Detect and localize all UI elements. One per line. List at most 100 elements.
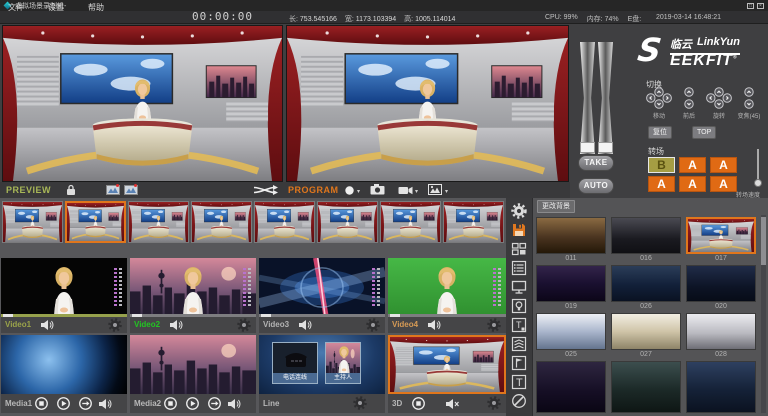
- speaker-mute-icon[interactable]: [446, 399, 459, 409]
- video4-thumbnail[interactable]: [388, 258, 506, 317]
- line-host-source[interactable]: 主持人: [325, 342, 361, 384]
- layers-icon[interactable]: [511, 336, 527, 352]
- gallery-item-selected[interactable]: 017: [686, 217, 756, 264]
- close-button[interactable]: ×: [757, 3, 764, 9]
- gear-icon[interactable]: [487, 396, 501, 410]
- filmstrip-thumb[interactable]: [191, 201, 252, 243]
- picture-caret-icon[interactable]: ▾: [445, 188, 448, 195]
- transition-button-a3[interactable]: A: [648, 176, 675, 192]
- camcorder-icon[interactable]: [398, 186, 413, 195]
- zoom-pad[interactable]: [744, 87, 754, 109]
- play-button[interactable]: [186, 397, 199, 410]
- speaker-icon[interactable]: [428, 320, 441, 330]
- auto-button[interactable]: AUTO: [578, 178, 614, 194]
- rotate-pad[interactable]: [706, 87, 732, 109]
- gallery-tab[interactable]: 更改背景: [537, 200, 575, 213]
- video3-thumbnail[interactable]: [259, 258, 385, 317]
- gallery-item[interactable]: 011: [536, 217, 606, 264]
- line-phone-source[interactable]: 电话连线: [272, 342, 318, 384]
- speaker-icon[interactable]: [99, 399, 112, 409]
- video1-thumbnail[interactable]: [1, 258, 127, 317]
- transition-button-a2[interactable]: A: [710, 157, 737, 173]
- gear-icon[interactable]: [237, 318, 251, 332]
- vu-meter: [248, 266, 251, 306]
- effect-image-icon-2[interactable]: [124, 184, 138, 195]
- disk-label: E盘:: [628, 14, 642, 24]
- record-caret-icon[interactable]: ▾: [357, 188, 360, 195]
- video2-thumbnail[interactable]: [130, 258, 256, 317]
- gallery-item[interactable]: 020: [686, 265, 756, 312]
- gear-icon[interactable]: [366, 318, 380, 332]
- gallery-item[interactable]: [686, 361, 756, 413]
- gallery-item[interactable]: 016: [611, 217, 681, 264]
- multiview-icon[interactable]: [511, 241, 527, 257]
- gallery-item[interactable]: 019: [536, 265, 606, 312]
- gallery-item[interactable]: 027: [611, 313, 681, 360]
- transition-button-a1[interactable]: A: [679, 157, 706, 173]
- light-icon[interactable]: [511, 298, 527, 314]
- stop-button[interactable]: [412, 397, 425, 410]
- filmstrip-thumb[interactable]: [2, 201, 63, 243]
- filmstrip-thumb[interactable]: [254, 201, 315, 243]
- media1-thumbnail[interactable]: [1, 335, 127, 394]
- gear-icon[interactable]: [353, 396, 367, 410]
- transition-button-a4[interactable]: A: [679, 176, 706, 192]
- dolly-pad[interactable]: [684, 87, 694, 109]
- reset-button[interactable]: 复位: [648, 126, 672, 139]
- height-value: 1005.114014: [415, 16, 455, 23]
- effect-image-icon-1[interactable]: [106, 184, 120, 195]
- text-icon[interactable]: T: [511, 374, 527, 390]
- gallery-item[interactable]: 026: [611, 265, 681, 312]
- maximize-button[interactable]: □: [747, 3, 754, 9]
- loop-button[interactable]: [79, 397, 92, 410]
- top-button[interactable]: TOP: [692, 126, 716, 139]
- speaker-icon[interactable]: [170, 320, 183, 330]
- filmstrip-thumb-selected[interactable]: [65, 201, 126, 243]
- filmstrip-thumb[interactable]: [443, 201, 504, 243]
- gallery-item[interactable]: 028: [686, 313, 756, 360]
- loop-button[interactable]: [208, 397, 221, 410]
- memory-usage: 内存: 74%: [587, 14, 619, 24]
- gear-icon[interactable]: [487, 318, 501, 332]
- gallery-scrollbar[interactable]: [761, 215, 766, 413]
- menu-file[interactable]: 文件: [8, 2, 24, 13]
- filmstrip-thumb[interactable]: [128, 201, 189, 243]
- monitor-icon[interactable]: [511, 279, 527, 295]
- transition-button-a5[interactable]: A: [710, 176, 737, 192]
- play-button[interactable]: [57, 397, 70, 410]
- swap-preview-program-icon[interactable]: [252, 184, 278, 196]
- menu-settings[interactable]: 设置: [48, 2, 64, 13]
- playlist-icon[interactable]: [511, 260, 527, 276]
- settings-gear-icon[interactable]: [511, 203, 527, 219]
- gallery-item[interactable]: [611, 361, 681, 413]
- tbar-handle-left[interactable]: [580, 142, 595, 153]
- transition-button-b[interactable]: B: [648, 157, 675, 173]
- take-button[interactable]: TAKE: [578, 155, 614, 171]
- move-pad[interactable]: [646, 87, 672, 109]
- tbar-handle-right[interactable]: [598, 142, 613, 153]
- subtitle-icon[interactable]: T: [511, 317, 527, 333]
- snapshot-camera-icon[interactable]: [370, 184, 385, 195]
- threed-thumbnail[interactable]: [388, 335, 506, 394]
- flag-icon[interactable]: [511, 355, 527, 371]
- camcorder-caret-icon[interactable]: ▾: [415, 188, 418, 195]
- gallery-item[interactable]: [536, 361, 606, 413]
- record-icon[interactable]: [345, 186, 354, 195]
- stop-button[interactable]: [35, 397, 48, 410]
- gallery-item[interactable]: 025: [536, 313, 606, 360]
- width-value: 1173.103394: [356, 16, 396, 23]
- menu-help[interactable]: 帮助: [88, 2, 104, 13]
- speaker-icon[interactable]: [228, 399, 241, 409]
- lock-icon[interactable]: [66, 184, 76, 196]
- media2-thumbnail[interactable]: [130, 335, 256, 394]
- speaker-icon[interactable]: [41, 320, 54, 330]
- picture-export-icon[interactable]: [428, 184, 442, 195]
- filmstrip-thumb[interactable]: [317, 201, 378, 243]
- gear-icon[interactable]: [108, 318, 122, 332]
- save-icon[interactable]: [511, 222, 527, 238]
- draw-pen-icon[interactable]: [511, 393, 527, 409]
- filmstrip-thumb[interactable]: [380, 201, 441, 243]
- speaker-icon[interactable]: [299, 320, 312, 330]
- stop-button[interactable]: [164, 397, 177, 410]
- transition-speed-knob[interactable]: [754, 179, 762, 187]
